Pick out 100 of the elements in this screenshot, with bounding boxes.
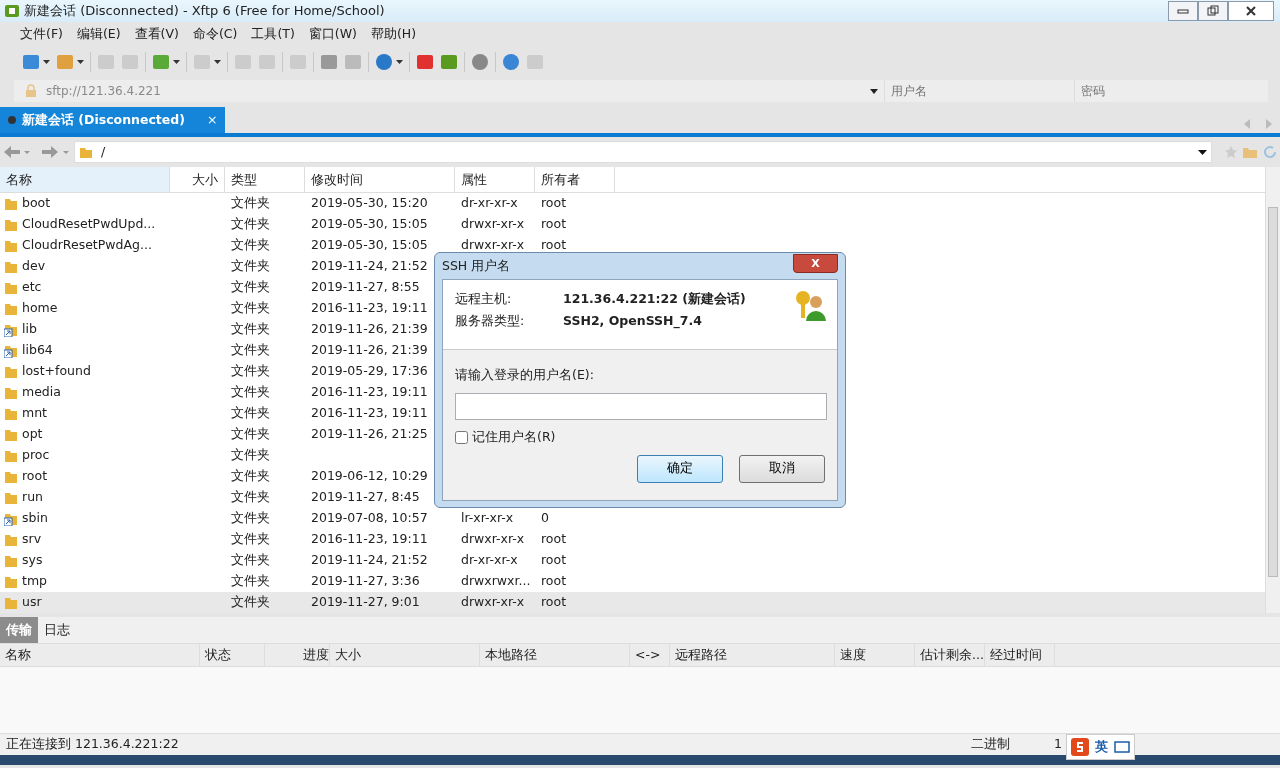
checkbox-label[interactable]: 记住用户名(R) <box>472 427 556 447</box>
table-cell: 文件夹 <box>231 426 270 442</box>
file-name[interactable]: CloudResetPwdUpd... <box>22 215 156 234</box>
dropdown-icon[interactable] <box>870 88 878 94</box>
file-name[interactable]: lib64 <box>22 341 53 360</box>
file-name[interactable]: home <box>22 299 58 318</box>
column-header[interactable]: 经过时间 <box>985 644 1055 666</box>
menu-item[interactable]: 命令(C) <box>186 22 244 46</box>
table-cell: 文件夹 <box>231 321 270 337</box>
info-value: 121.36.4.221:22 (新建会话) <box>563 289 746 308</box>
column-header[interactable]: 修改时间 <box>305 167 455 192</box>
ok-button[interactable]: 确定 <box>637 454 723 483</box>
folder-icon <box>4 196 18 211</box>
table-cell: 2019-11-24, 21:52 <box>311 258 428 274</box>
file-name[interactable]: sbin <box>22 509 48 528</box>
column-header[interactable]: 进度 <box>265 644 330 666</box>
table-cell: 文件夹 <box>231 342 270 358</box>
menu-item[interactable]: 编辑(E) <box>70 22 127 46</box>
menu-item[interactable]: 查看(V) <box>128 22 185 46</box>
dialog-title: SSH 用户名 <box>442 256 511 275</box>
table-cell: 文件夹 <box>231 363 270 379</box>
file-name[interactable]: lost+found <box>22 362 91 381</box>
file-name[interactable]: CloudrResetPwdAg... <box>22 236 152 255</box>
username-field[interactable]: 用户名 <box>884 80 1074 102</box>
table-cell: 2019-11-27, 8:45 <box>311 489 420 505</box>
scrollbar[interactable] <box>1265 167 1280 613</box>
panel-tab[interactable]: 日志 <box>38 617 76 643</box>
folder-icon <box>4 595 18 610</box>
minimize-button[interactable] <box>1168 1 1198 21</box>
column-header[interactable]: 速度 <box>835 644 915 666</box>
info-label: 远程主机: <box>455 289 513 308</box>
table-cell: root <box>541 552 567 568</box>
file-name[interactable]: lib <box>22 320 37 339</box>
refresh-icon[interactable] <box>1262 144 1278 160</box>
home-folder-icon[interactable] <box>1242 145 1258 159</box>
file-name[interactable]: mnt <box>22 404 47 423</box>
close-button[interactable] <box>1228 1 1274 21</box>
file-name[interactable]: root <box>22 467 48 486</box>
file-name[interactable]: usr <box>22 593 42 612</box>
column-header[interactable]: 名称 <box>0 167 170 192</box>
file-name[interactable]: boot <box>22 194 51 213</box>
table-cell: root <box>541 237 567 253</box>
forward-icon[interactable] <box>42 146 70 158</box>
table-cell: root <box>541 195 567 211</box>
menu-item[interactable]: 帮助(H) <box>364 22 423 46</box>
table-cell: 文件夹 <box>231 258 270 274</box>
restore-button[interactable] <box>1198 1 1228 21</box>
column-header[interactable]: 名称 <box>0 644 200 666</box>
menu-item[interactable]: 文件(F) <box>14 22 69 46</box>
file-name[interactable]: tmp <box>22 572 47 591</box>
file-name[interactable]: run <box>22 488 43 507</box>
keyboard-icon[interactable] <box>1114 741 1130 753</box>
folder-icon <box>4 406 18 421</box>
file-name[interactable]: etc <box>22 278 42 297</box>
column-header[interactable]: 状态 <box>200 644 265 666</box>
table-cell: 文件夹 <box>231 195 270 211</box>
dropdown-icon[interactable] <box>1198 149 1207 155</box>
session-tab[interactable]: 新建会话 (Disconnected) × <box>0 107 226 133</box>
menu-item[interactable]: 工具(T) <box>245 22 301 46</box>
star-icon[interactable] <box>1224 145 1238 159</box>
file-name[interactable]: sys <box>22 551 43 570</box>
column-header[interactable]: 估计剩余... <box>915 644 985 666</box>
column-header[interactable]: 本地路径 <box>480 644 630 666</box>
table-cell: drwxr-xr-x <box>461 237 525 253</box>
column-header[interactable]: 大小 <box>170 167 225 192</box>
file-name[interactable]: srv <box>22 530 42 549</box>
username-input[interactable] <box>455 392 827 420</box>
file-name[interactable]: dev <box>22 257 46 276</box>
column-header[interactable]: 大小 <box>330 644 480 666</box>
table-cell: 2019-11-26, 21:25 <box>311 426 428 442</box>
folder-icon <box>4 385 18 400</box>
remember-checkbox[interactable] <box>455 430 468 444</box>
file-name[interactable]: proc <box>22 446 50 465</box>
tab-close-button[interactable]: × <box>206 110 218 130</box>
status-text: 正在连接到 121.36.4.221:22 <box>6 735 179 754</box>
path-field[interactable]: / <box>74 141 1212 163</box>
file-name[interactable]: media <box>22 383 61 402</box>
table-cell: 文件夹 <box>231 279 270 295</box>
menu-item[interactable]: 窗口(W) <box>302 22 363 46</box>
ime-logo-icon <box>1071 738 1089 756</box>
scroll-left-icon[interactable] <box>1244 119 1250 129</box>
column-header[interactable]: <-> <box>630 644 670 666</box>
table-cell: 文件夹 <box>231 552 270 568</box>
folder-icon <box>4 490 18 505</box>
password-field[interactable]: 密码 <box>1074 80 1268 102</box>
back-icon[interactable] <box>4 146 30 158</box>
column-header[interactable]: 所有者 <box>535 167 615 192</box>
column-header[interactable]: 属性 <box>455 167 535 192</box>
close-icon <box>1245 5 1257 17</box>
column-header[interactable]: 类型 <box>225 167 305 192</box>
table-cell: 2019-11-27, 9:01 <box>311 594 420 610</box>
ime-mode[interactable]: 英 <box>1095 737 1108 757</box>
file-name[interactable]: opt <box>22 425 43 444</box>
folder-icon <box>4 469 18 484</box>
scroll-right-icon[interactable] <box>1266 119 1272 129</box>
cancel-button[interactable]: 取消 <box>739 454 825 483</box>
column-header[interactable]: 远程路径 <box>670 644 835 666</box>
minimize-icon <box>1177 7 1189 15</box>
restore-icon <box>1207 5 1219 17</box>
dialog-close-button[interactable]: X <box>793 253 838 273</box>
